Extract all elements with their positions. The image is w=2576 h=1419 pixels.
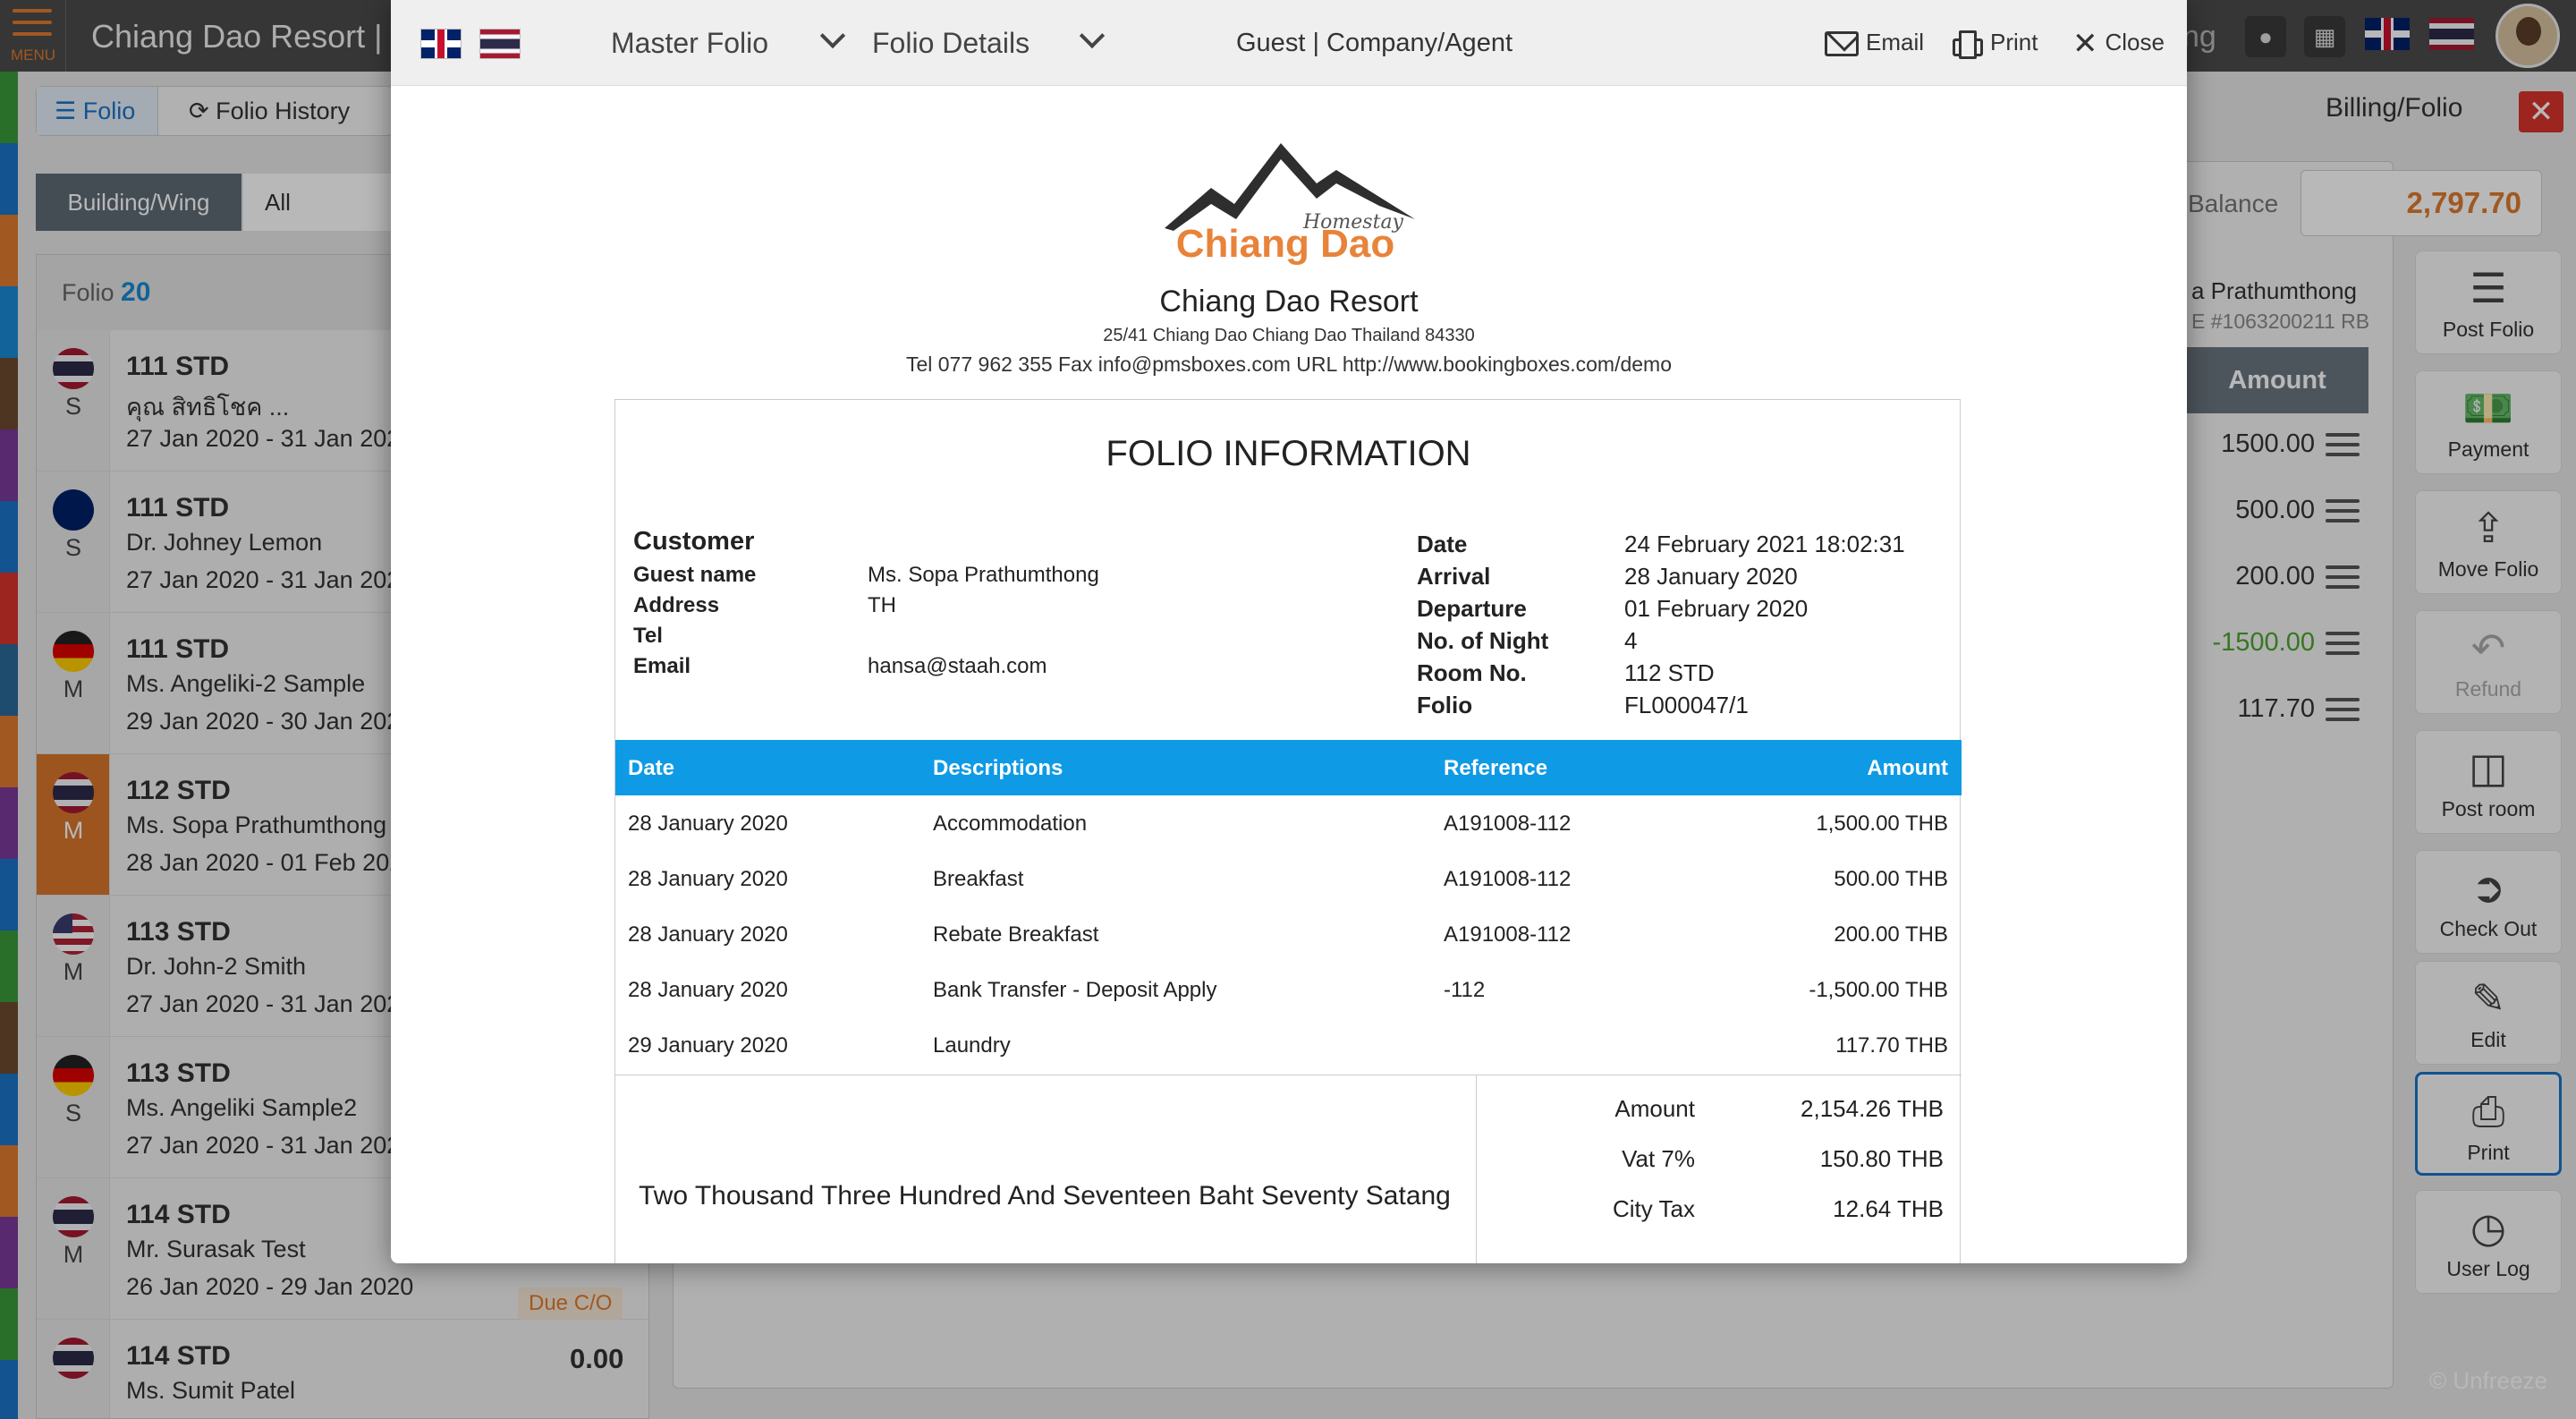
close-button[interactable]: ✕ Close xyxy=(2072,27,2165,62)
summary-vat-label: Vat 7% xyxy=(1622,1145,1695,1172)
tel-label: Tel xyxy=(633,624,663,648)
charge-amount: 1,500.00 THB xyxy=(1816,811,1948,836)
folio-details-label: Folio Details xyxy=(872,27,1030,59)
address-label: Address xyxy=(633,593,720,617)
charge-date: 28 January 2020 xyxy=(628,811,788,836)
charge-amount: 500.00 THB xyxy=(1834,867,1948,891)
charge-description: Accommodation xyxy=(933,811,1088,836)
email-button-label: Email xyxy=(1866,29,1925,55)
folio-no-value: FL000047/1 xyxy=(1624,692,1749,718)
folio-document: FOLIO INFORMATION Customer Guest name Ms… xyxy=(614,399,1962,1263)
logo-text: Chiang Dao xyxy=(1175,222,1395,266)
master-folio-dropdown[interactable]: Master Folio xyxy=(611,27,768,60)
charges-table-header: Date Descriptions Reference Amount xyxy=(615,740,1962,795)
print-button-label: Print xyxy=(1990,29,2038,55)
hotel-name: Chiang Dao Resort xyxy=(1159,285,1419,319)
recipient-tabs: Guest | Company/Agent xyxy=(1236,29,1513,58)
departure-value: 01 February 2020 xyxy=(1624,595,1809,622)
close-icon: ✕ xyxy=(2072,27,2098,62)
summary-city-tax-label: City Tax xyxy=(1613,1195,1695,1222)
email-button[interactable]: Email xyxy=(1825,29,1925,57)
col-reference: Reference xyxy=(1444,756,1548,780)
table-row: 28 January 2020 Breakfast A191008-112 500.0… xyxy=(615,851,1962,906)
email-value: hansa@staah.com xyxy=(868,654,1047,678)
guest-name-label: Guest name xyxy=(633,563,757,587)
table-row: 29 January 2020 Laundry 117.70 THB xyxy=(615,1017,1962,1073)
room-no-value: 112 STD xyxy=(1624,659,1715,686)
print-button[interactable]: Print xyxy=(1953,29,2038,60)
close-button-label: Close xyxy=(2105,29,2165,55)
nights-label: No. of Night xyxy=(1417,627,1549,654)
date-label: Date xyxy=(1417,531,1468,557)
master-folio-label: Master Folio xyxy=(611,27,769,59)
folio-title: FOLIO INFORMATION xyxy=(1106,434,1471,473)
summary-amount-value: 2,154.26 THB xyxy=(1801,1095,1944,1122)
hotel-contact: Tel 077 962 355 Fax info@pmsboxes.com UR… xyxy=(905,353,1673,376)
guest-name-value: Ms. Sopa Prathumthong xyxy=(868,563,1099,587)
charge-date: 28 January 2020 xyxy=(628,922,788,947)
customer-heading: Customer xyxy=(633,527,755,556)
charge-amount: -1,500.00 THB xyxy=(1809,978,1948,1002)
col-date: Date xyxy=(628,756,675,780)
charge-reference: A191008-112 xyxy=(1444,867,1572,891)
col-amount: Amount xyxy=(1867,756,1948,780)
charge-description: Bank Transfer - Deposit Apply xyxy=(933,978,1217,1002)
chevron-down-icon[interactable] xyxy=(819,22,846,49)
email-label: Email xyxy=(633,654,691,678)
chevron-down-icon[interactable] xyxy=(1079,22,1106,49)
charge-date: 28 January 2020 xyxy=(628,867,788,891)
arrival-label: Arrival xyxy=(1417,563,1491,590)
modal-toolbar: Master Folio Folio Details Guest | Compa… xyxy=(391,0,2187,86)
tab-separator: | xyxy=(1312,29,1319,57)
tab-company-agent[interactable]: Company/Agent xyxy=(1326,29,1513,57)
folio-print-modal: Master Folio Folio Details Guest | Compa… xyxy=(391,0,2187,1263)
charge-reference: -112 xyxy=(1444,978,1486,1002)
room-no-label: Room No. xyxy=(1417,659,1527,686)
summary-city-tax-value: 12.64 THB xyxy=(1833,1195,1944,1222)
table-row: 28 January 2020 Rebate Breakfast A191008-1… xyxy=(615,906,1962,962)
table-row: 28 January 2020 Bank Transfer - Deposit A… xyxy=(615,962,1962,1017)
departure-label: Departure xyxy=(1417,595,1527,622)
charge-description: Laundry xyxy=(933,1033,1011,1058)
address-value: TH xyxy=(868,593,896,617)
table-row: 28 January 2020 Accommodation A191008-112 1… xyxy=(615,795,1962,851)
folio-details-dropdown[interactable]: Folio Details xyxy=(872,27,1030,60)
charge-reference: A191008-112 xyxy=(1444,811,1572,836)
printer-icon xyxy=(1953,30,1983,60)
charge-amount: 117.70 THB xyxy=(1835,1033,1948,1058)
charge-description: Breakfast xyxy=(933,867,1024,891)
date-value: 24 February 2021 18:02:31 xyxy=(1624,531,1905,557)
summary-amount-label: Amount xyxy=(1614,1095,1695,1122)
english-flag-icon[interactable] xyxy=(420,29,462,59)
charge-description: Rebate Breakfast xyxy=(933,922,1099,947)
amount-in-words: Two Thousand Three Hundred And Seventeen… xyxy=(639,1181,1451,1211)
summary-vat-value: 150.80 THB xyxy=(1819,1145,1944,1172)
envelope-icon xyxy=(1825,31,1859,57)
charge-amount: 200.00 THB xyxy=(1834,922,1948,947)
folio-no-label: Folio xyxy=(1417,692,1473,718)
nights-value: 4 xyxy=(1624,627,1638,654)
arrival-value: 28 January 2020 xyxy=(1624,563,1798,590)
charge-date: 29 January 2020 xyxy=(628,1033,788,1058)
charge-date: 28 January 2020 xyxy=(628,978,788,1002)
col-descriptions: Descriptions xyxy=(933,756,1063,780)
thai-flag-icon[interactable] xyxy=(479,29,521,59)
charge-reference: A191008-112 xyxy=(1444,922,1572,947)
summary-section: Two Thousand Three Hundred And Seventeen… xyxy=(615,1075,1962,1263)
hotel-address: 25/41 Chiang Dao Chiang Dao Thailand 843… xyxy=(1103,326,1475,345)
tab-guest[interactable]: Guest xyxy=(1236,29,1305,57)
